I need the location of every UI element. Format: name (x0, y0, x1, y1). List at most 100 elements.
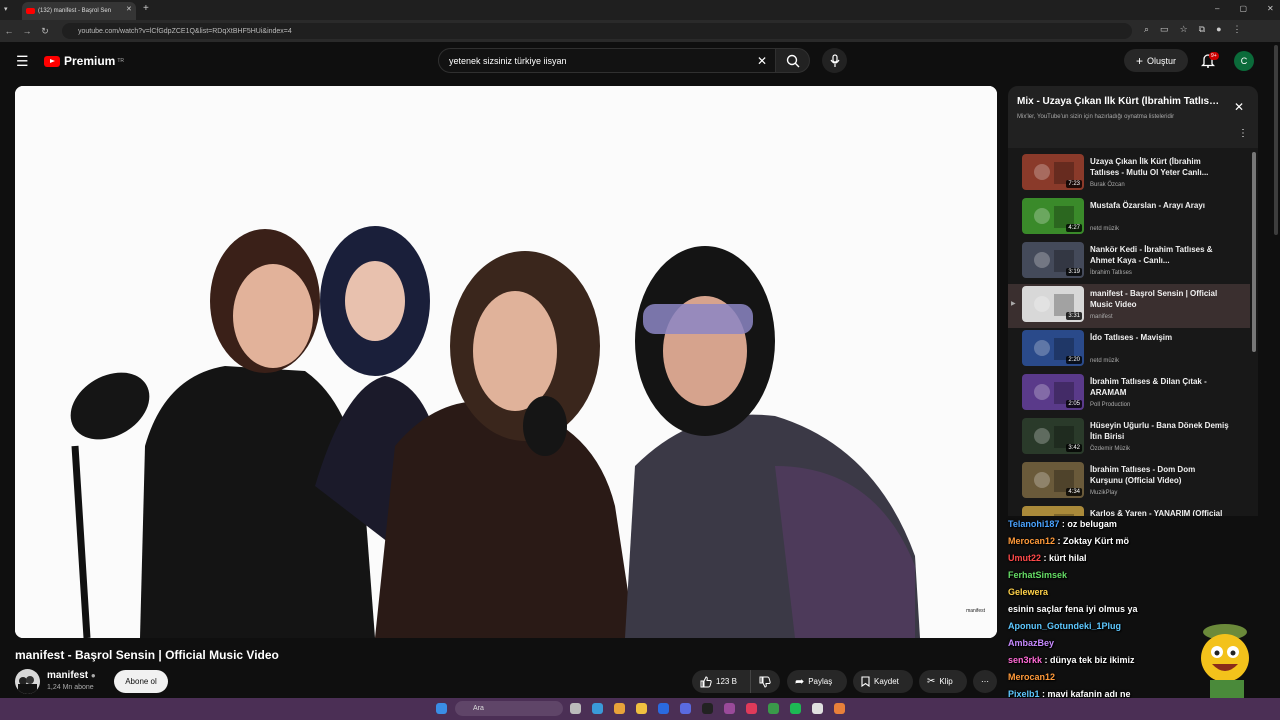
video-player[interactable]: manifest (15, 86, 997, 638)
create-button[interactable]: + Oluştur (1124, 49, 1188, 72)
page-scrollbar[interactable] (1274, 45, 1278, 235)
zoom-icon[interactable]: ⌕ (1144, 24, 1149, 35)
clip-button[interactable]: ✂ Klip (919, 670, 967, 693)
taskbar-app-2-icon[interactable] (702, 703, 713, 714)
taskbar-app-7-icon[interactable] (834, 703, 845, 714)
reload-icon[interactable]: ↻ (36, 26, 54, 37)
playlist-thumbnail: 2:05 (1022, 374, 1084, 410)
playlist-item-title: Uzaya Çıkan İlk Kürt (İbrahim Tatlıses -… (1090, 157, 1209, 177)
search-input[interactable]: yetenek sizsiniz türkiye iisyan ✕ (438, 48, 776, 73)
browser-menu-icon[interactable]: ⋮ (1233, 24, 1242, 35)
close-window-icon[interactable]: ✕ (1267, 4, 1274, 13)
cast-icon[interactable]: ▭ (1160, 24, 1169, 35)
spotify-icon[interactable] (790, 703, 801, 714)
minimize-icon[interactable]: – (1215, 4, 1219, 13)
playlist-item[interactable]: 4:27 Mustafa Özarslan - Arayı Arayı netd m… (1008, 196, 1250, 240)
back-icon[interactable]: ← (0, 26, 18, 36)
taskbar-app-5-icon[interactable] (768, 703, 779, 714)
chat-message: Umut22 : kürt hilal (1008, 553, 1087, 563)
playlist-thumbnail: 3:19 (1022, 242, 1084, 278)
channel-name[interactable]: manifest ● (47, 670, 96, 681)
now-playing-icon: ▶ (1011, 301, 1016, 307)
notification-badge: 9+ (1209, 52, 1219, 60)
task-view-icon[interactable] (570, 703, 581, 714)
more-icon: ⋯ (981, 677, 989, 686)
playlist-item[interactable]: 4:34 İbrahim Tatlıses - Dom Dom Kurşunu (… (1008, 460, 1250, 504)
taskbar-app-icon[interactable] (658, 703, 669, 714)
duration-badge: 2:05 (1066, 400, 1082, 408)
save-label: Kaydet (874, 677, 899, 686)
dislike-button[interactable] (750, 670, 780, 693)
playlist-header: Mix - Uzaya Çıkan İlk Kürt (İbrahim Tatl… (1008, 86, 1258, 148)
playlist-item-channel: Özdemir Müzik (1090, 446, 1131, 452)
playlist-item[interactable]: ▶ 3:31 manifest - Başrol Sensin | Official… (1008, 284, 1250, 328)
playlist-title[interactable]: Mix - Uzaya Çıkan İlk Kürt (İbrahim Tatl… (1017, 96, 1222, 107)
share-label: Paylaş (808, 677, 833, 686)
playlist-item[interactable]: 3:19 Nankör Kedi - İbrahim Tatlıses & Ahm… (1008, 240, 1250, 284)
hamburger-menu-icon[interactable]: ☰ (16, 53, 29, 70)
chrome-icon[interactable] (614, 703, 625, 714)
chat-username[interactable]: Merocan12 (1008, 672, 1055, 682)
taskbar-app-6-icon[interactable] (812, 703, 823, 714)
url-field[interactable]: youtube.com/watch?v=lCfGdpZCE1Q&list=RDq… (62, 23, 1132, 39)
clear-search-icon[interactable]: ✕ (757, 54, 767, 68)
like-button[interactable]: 123 B (692, 670, 750, 693)
playlist-item-channel: İbrahim Tatlıses (1090, 270, 1132, 276)
playlist-menu-icon[interactable]: ⋮ (1238, 128, 1248, 139)
taskbar-app-3-icon[interactable] (724, 703, 735, 714)
subscribe-button[interactable]: Abone ol (114, 670, 168, 693)
playlist-item[interactable]: 2:05 İbrahim Tatlıses & Dilan Çıtak - ARA… (1008, 372, 1250, 416)
close-tab-icon[interactable]: ✕ (126, 5, 132, 13)
playlist-scrollbar[interactable] (1252, 152, 1256, 352)
file-explorer-icon[interactable] (636, 703, 647, 714)
search-icon (786, 54, 799, 67)
playlist-item[interactable]: 2:20 İdo Tatlıses - Mavişim netd müzik (1008, 328, 1250, 372)
chat-username[interactable]: FerhatSimsek (1008, 570, 1067, 580)
channel-avatar[interactable] (15, 669, 40, 694)
chat-message: Merocan12 (1008, 672, 1055, 682)
chat-username[interactable]: Umut22 (1008, 553, 1041, 563)
tab-menu-icon[interactable]: ▾ (4, 5, 8, 13)
youtube-play-icon (44, 55, 60, 67)
taskbar-search[interactable]: Ara (455, 701, 563, 716)
share-icon: ➦ (795, 676, 805, 688)
new-tab-button[interactable]: + (143, 3, 149, 14)
playlist-item-channel: netd müzik (1090, 226, 1120, 232)
discord-icon[interactable] (680, 703, 691, 714)
browser-tab[interactable]: (132) manifest - Başrol Sen (22, 2, 136, 20)
extensions-icon[interactable]: ⧉ (1199, 24, 1205, 35)
chat-message: Telanohi187 : oz belugam (1008, 519, 1117, 529)
playlist-item-title: İdo Tatlıses - Mavişim (1090, 333, 1173, 342)
chat-username[interactable]: Telanohi187 (1008, 519, 1059, 529)
maximize-icon[interactable]: ▢ (1239, 4, 1247, 13)
playlist-thumbnail: 3:31 (1022, 286, 1084, 322)
save-button[interactable]: Kaydet (853, 670, 913, 693)
voice-search-button[interactable] (822, 48, 847, 73)
close-playlist-icon[interactable]: ✕ (1234, 100, 1244, 114)
tab-title: (132) manifest - Başrol Sen (38, 8, 112, 14)
windows-start-icon[interactable] (436, 703, 447, 714)
profile-icon[interactable]: ● (1216, 24, 1221, 35)
youtube-premium-logo[interactable]: Premium TR (44, 54, 124, 68)
playlist-item-channel: manifest (1090, 314, 1113, 320)
bookmark-star-icon[interactable]: ☆ (1180, 24, 1188, 35)
brand-country: TR (117, 58, 125, 64)
more-actions-button[interactable]: ⋯ (973, 670, 997, 693)
search-button[interactable] (775, 48, 810, 73)
chat-username[interactable]: Aponun_Gotundeki_1Plug (1008, 621, 1121, 631)
chat-message: Merocan12 : Zoktay Kürt mö (1008, 536, 1129, 546)
forward-icon[interactable]: → (18, 26, 36, 36)
account-avatar[interactable]: C (1234, 51, 1254, 71)
chat-username[interactable]: Merocan12 (1008, 536, 1055, 546)
chat-username[interactable]: sen3rkk (1008, 655, 1042, 665)
playlist-item[interactable]: 7:23 Uzaya Çıkan İlk Kürt (İbrahim Tatlıs… (1008, 152, 1250, 196)
search-value: yetenek sizsiniz türkiye iisyan (449, 55, 567, 66)
video-title: manifest - Başrol Sensin | Official Musi… (15, 648, 279, 662)
chat-username[interactable]: Gelewera (1008, 587, 1048, 597)
taskbar-app-4-icon[interactable] (746, 703, 757, 714)
chat-username[interactable]: AmbazBey (1008, 638, 1054, 648)
edge-icon[interactable] (592, 703, 603, 714)
playlist-item[interactable]: 3:42 Hüseyin Uğurlu - Bana Dönek Demiş İt… (1008, 416, 1250, 460)
subscriber-count: 1,24 Mn abone (47, 684, 94, 691)
share-button[interactable]: ➦ Paylaş (787, 670, 847, 693)
